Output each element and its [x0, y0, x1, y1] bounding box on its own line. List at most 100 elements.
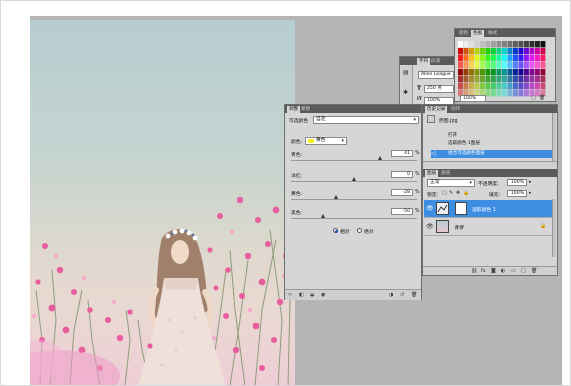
swatch-chip[interactable]	[485, 62, 491, 69]
lock-all-icon[interactable]: 🔒	[463, 190, 469, 196]
swatch-chip[interactable]	[540, 69, 546, 76]
layers-scrollbar[interactable]	[552, 199, 556, 257]
swatch-chip[interactable]	[469, 83, 474, 90]
swatch-chip[interactable]	[507, 48, 513, 55]
layer-row-selected[interactable]: 👁 选取颜色 1	[424, 200, 556, 218]
swatch-chip[interactable]	[513, 90, 518, 97]
swatch-chip[interactable]	[513, 69, 518, 76]
layer-mask-thumbnail[interactable]	[455, 202, 467, 215]
back-arrow-icon[interactable]: ⇦	[288, 292, 292, 298]
swatch-chip[interactable]	[496, 41, 502, 48]
swatch-chip[interactable]	[480, 55, 485, 62]
swatch-chip[interactable]	[507, 90, 513, 97]
swatch-chip[interactable]	[524, 41, 529, 48]
layer-name[interactable]: 选取颜色 1	[472, 206, 496, 213]
swatch-chip[interactable]	[507, 83, 513, 90]
swatch-chip[interactable]	[535, 83, 540, 90]
lock-position-icon[interactable]: ✥	[456, 190, 460, 196]
swatch-chip[interactable]	[518, 90, 524, 97]
swatch-chip[interactable]	[480, 62, 485, 69]
swatch-chip[interactable]	[496, 62, 502, 69]
swatch-chip[interactable]	[463, 41, 469, 48]
tab-actions[interactable]: 动作	[449, 106, 462, 113]
swatch-chip[interactable]	[458, 48, 463, 55]
swatch-chip[interactable]	[496, 83, 502, 90]
swatch-chip[interactable]	[524, 48, 529, 55]
swatch-chip[interactable]	[458, 41, 463, 48]
history-item[interactable]: 选取颜色 1图层	[431, 140, 556, 148]
layer-row[interactable]: 👁 背景 🔒	[424, 218, 556, 236]
yellow-value-field[interactable]: -28	[391, 189, 413, 196]
black-slider-track[interactable]	[291, 218, 417, 219]
tab-layers[interactable]: 图层	[425, 170, 439, 177]
visibility-eye-icon[interactable]: 👁	[426, 224, 434, 230]
swatch-chip[interactable]	[513, 41, 518, 48]
swatch-chip[interactable]	[480, 76, 485, 83]
swatch-new-icon[interactable]: ▢	[531, 95, 536, 101]
swatch-chip[interactable]	[518, 41, 524, 48]
snapshot-name[interactable]: 原图.jpg	[439, 117, 458, 124]
swatch-chip[interactable]	[502, 55, 507, 62]
delete-adjustment-icon[interactable]: 🗑	[411, 292, 417, 298]
swatch-chip[interactable]	[463, 83, 469, 90]
swatch-chip[interactable]	[524, 69, 529, 76]
swatch-chip[interactable]	[469, 48, 474, 55]
swatch-chip[interactable]	[491, 55, 496, 62]
swatch-chip[interactable]	[507, 69, 513, 76]
magenta-slider-thumb[interactable]	[352, 177, 356, 181]
swatch-chip[interactable]	[469, 69, 474, 76]
swatch-chip[interactable]	[469, 41, 474, 48]
tab-color[interactable]: 颜色	[457, 30, 470, 37]
swatch-chip[interactable]	[507, 76, 513, 83]
swatch-chip[interactable]	[485, 55, 491, 62]
swatch-chip[interactable]	[513, 76, 518, 83]
new-layer-icon[interactable]: ▢	[521, 268, 526, 274]
swatch-chip[interactable]	[485, 69, 491, 76]
yellow-slider-thumb[interactable]	[334, 195, 339, 199]
swatch-chip[interactable]	[474, 69, 480, 76]
swatch-chip[interactable]	[529, 62, 535, 69]
swatch-chip[interactable]	[535, 76, 540, 83]
swatch-chip[interactable]	[502, 62, 507, 69]
type-tool-icon[interactable]: ▤	[403, 70, 409, 76]
swatch-grid[interactable]	[458, 41, 546, 97]
fill-dropdown-icon[interactable]: ▸	[529, 190, 532, 196]
swatch-chip[interactable]	[518, 76, 524, 83]
clip-layer-icon[interactable]: ◒	[310, 292, 314, 298]
swatch-chip[interactable]	[496, 48, 502, 55]
swatch-chip[interactable]	[502, 69, 507, 76]
swatch-chip[interactable]	[502, 83, 507, 90]
swatch-chip[interactable]	[463, 62, 469, 69]
link-layers-icon[interactable]: ⛓	[471, 268, 477, 274]
swatch-chip[interactable]	[529, 55, 535, 62]
new-adjustment-icon[interactable]: ◐	[501, 268, 505, 274]
cyan-slider-track[interactable]	[291, 160, 417, 161]
document-canvas[interactable]	[30, 20, 295, 386]
opacity-dropdown-icon[interactable]: ▸	[529, 179, 532, 185]
layer-name[interactable]: 背景	[454, 224, 464, 231]
swatch-chip[interactable]	[502, 41, 507, 48]
swatch-chip[interactable]	[474, 41, 480, 48]
swatch-chip[interactable]	[485, 48, 491, 55]
swatch-chip[interactable]	[463, 48, 469, 55]
swatch-chip[interactable]	[458, 69, 463, 76]
swatch-chip[interactable]	[513, 62, 518, 69]
swatch-chip[interactable]	[524, 55, 529, 62]
swatch-chip[interactable]	[485, 41, 491, 48]
swatch-chip[interactable]	[491, 90, 496, 97]
absolute-radio[interactable]	[357, 228, 362, 233]
swatch-chip[interactable]	[474, 62, 480, 69]
swatch-chip[interactable]	[507, 41, 513, 48]
blend-mode-select[interactable]: 正常	[427, 179, 475, 187]
cyan-slider-thumb[interactable]	[377, 156, 382, 160]
visibility-toggle-icon[interactable]: ◉	[321, 292, 325, 298]
swatch-chip[interactable]	[485, 76, 491, 83]
swatch-chip[interactable]	[480, 69, 485, 76]
swatch-chip[interactable]	[524, 62, 529, 69]
history-item[interactable]: 打开	[431, 132, 556, 140]
settings-icon[interactable]: ✱	[403, 90, 408, 96]
swatch-chip[interactable]	[474, 76, 480, 83]
swatch-chip[interactable]	[513, 48, 518, 55]
swatch-chip[interactable]	[496, 69, 502, 76]
visibility-eye-icon[interactable]: 👁	[426, 206, 434, 212]
